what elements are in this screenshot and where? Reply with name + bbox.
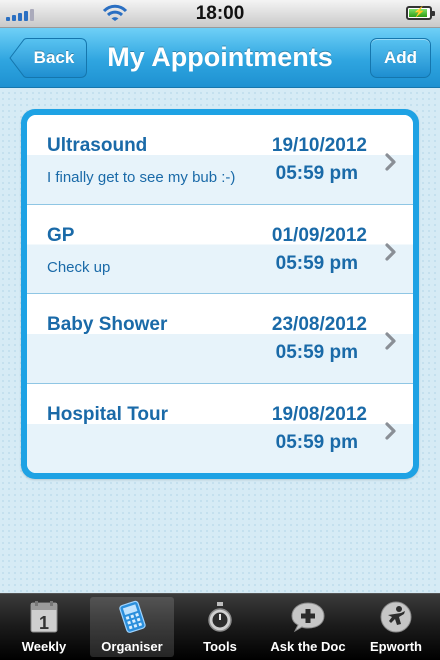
appointment-time: 05:59 pm [275,431,358,453]
tab-label: Organiser [101,639,163,654]
appointment-title: GP [47,224,75,246]
appointment-note: Check up [47,258,111,276]
appointment-note: I finally get to see my bub :-) [47,169,236,186]
add-appointment-button[interactable]: Add [370,38,431,78]
tab-tools[interactable]: Tools [176,594,264,660]
calendar-icon: 1 [30,601,58,633]
svg-text:1: 1 [39,613,49,633]
appointment-date: 01/09/2012 [271,224,367,246]
status-bar: 18:00 ⚡ [0,0,440,28]
appointment-date: 23/08/2012 [271,314,367,335]
appointment-row[interactable]: Hospital Tour 19/08/2012 05:59 pm [27,383,413,473]
tab-organiser[interactable]: Organiser [88,594,176,660]
appointment-date: 19/08/2012 [271,403,367,425]
appointments-list: Ultrasound I finally get to see my bub :… [27,115,413,473]
status-time: 18:00 [195,3,245,24]
appointment-time: 05:59 pm [275,163,358,184]
chevron-right-icon [385,332,396,350]
tab-weekly[interactable]: 1 Weekly [0,594,88,660]
battery-charging-icon: ⚡ [406,6,435,20]
epworth-logo-icon [380,601,412,633]
appointment-time: 05:59 pm [275,342,358,363]
navigation-bar: Back My Appointments Add [0,28,440,88]
appointment-title: Hospital Tour [47,403,169,425]
appointment-row[interactable]: Baby Shower 23/08/2012 05:59 pm [27,294,413,384]
chevron-right-icon [385,153,396,171]
chevron-right-icon [385,242,396,261]
tab-label: Epworth [370,639,422,654]
appointment-time: 05:59 pm [275,252,358,274]
appointment-row[interactable]: GP Check up 01/09/2012 05:59 pm [27,204,413,294]
tab-epworth[interactable]: Epworth [352,594,440,660]
appointment-date: 19/10/2012 [271,135,367,156]
speech-plus-icon [291,602,325,633]
chevron-right-icon [385,421,396,440]
appointment-title: Baby Shower [47,314,168,335]
stopwatch-icon [208,602,232,632]
tab-label: Ask the Doc [270,639,346,654]
appointment-title: Ultrasound [47,135,148,156]
tab-label: Tools [203,639,237,654]
tab-bar: 1 Weekly Organiser Tools Ask the Doc Epw… [0,593,440,660]
organiser-icon [119,600,146,633]
appointments-card: Ultrasound I finally get to see my bub :… [21,109,419,479]
appointment-row[interactable]: Ultrasound I finally get to see my bub :… [27,115,413,205]
tab-label: Weekly [21,639,67,654]
tab-ask-the-doc[interactable]: Ask the Doc [264,594,352,660]
